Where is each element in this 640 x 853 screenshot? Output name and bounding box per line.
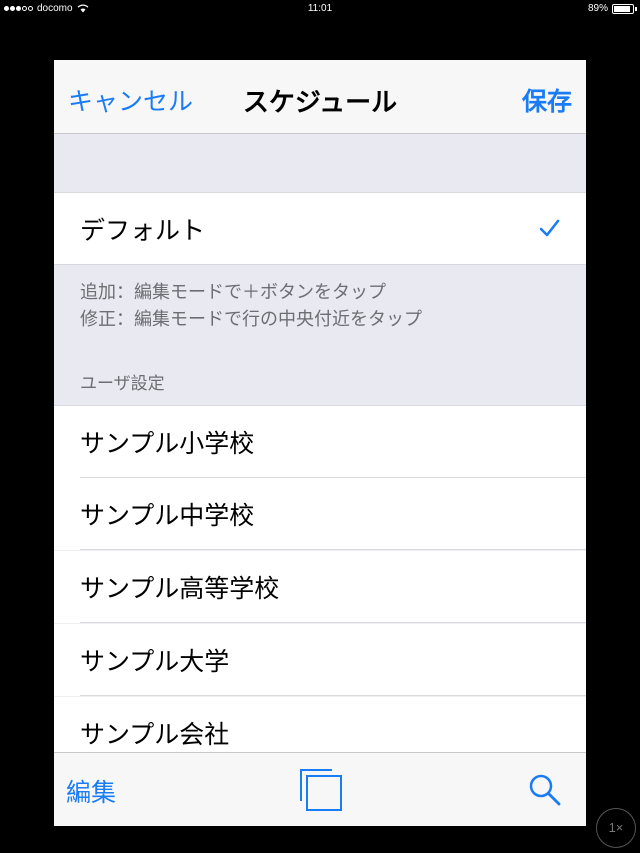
section-header-user: ユーザ設定 (80, 374, 165, 394)
separator (80, 622, 586, 623)
footnote-edit: 修正：編集モードで行の中央付近をタップ (80, 309, 422, 330)
section-footer: 追加：編集モードで＋ボタンをタップ 修正：編集モードで行の中央付近をタップ ユー… (54, 265, 586, 405)
zoom-button[interactable]: 1× (596, 808, 636, 848)
battery-icon (612, 3, 637, 14)
list-item-label: サンプル会社 (80, 720, 230, 749)
footnote-add: 追加：編集モードで＋ボタンをタップ (80, 282, 386, 303)
checkmark-icon (539, 219, 560, 237)
page-title: スケジュール (242, 88, 398, 118)
list-item-label: サンプル高等学校 (80, 574, 280, 603)
list-item-label: サンプル大学 (80, 647, 230, 676)
status-time: 11:01 (307, 3, 333, 14)
copy-icon[interactable] (298, 767, 344, 813)
screen: docomo 11:01 89% キャンセル スケジュール 保存 デフォルト 追… (0, 0, 640, 853)
search-icon[interactable] (528, 773, 562, 807)
separator (80, 549, 586, 550)
list-item-label: デフォルト (80, 216, 206, 245)
navigation-bar: キャンセル スケジュール 保存 (54, 60, 586, 134)
list-item[interactable]: サンプル大学 (54, 624, 586, 696)
status-right: 89% (587, 3, 637, 14)
status-bar: docomo 11:01 89% (0, 0, 640, 20)
separator (80, 695, 586, 696)
save-button[interactable]: 保存 (522, 82, 572, 118)
footnote: 追加：編集モードで＋ボタンをタップ 修正：編集モードで行の中央付近をタップ (80, 279, 422, 333)
battery-percent: 89% (587, 3, 608, 14)
list-item-label: サンプル小学校 (80, 429, 255, 458)
list-item[interactable]: サンプル小学校 (54, 405, 586, 478)
list-item-label: サンプル中学校 (80, 501, 255, 530)
toolbar: 編集 (54, 752, 586, 826)
list-item-default[interactable]: デフォルト (54, 192, 586, 265)
section-spacer (54, 134, 586, 192)
list-item[interactable]: サンプル高等学校 (54, 551, 586, 623)
list-item[interactable]: サンプル中学校 (54, 478, 586, 550)
edit-button[interactable]: 編集 (66, 773, 116, 809)
schedule-sheet: キャンセル スケジュール 保存 デフォルト 追加：編集モードで＋ボタンをタップ … (54, 60, 586, 826)
